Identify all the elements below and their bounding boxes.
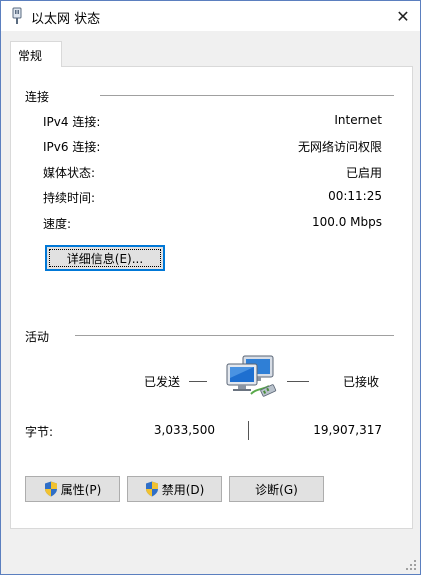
tab-general[interactable]: 常规 (10, 41, 62, 67)
general-panel: 连接 IPv4 连接: Internet IPv6 连接: 无网络访问权限 媒体… (10, 66, 413, 529)
disable-button-label: 禁用(D) (161, 482, 205, 497)
properties-button[interactable]: 属性(P) (25, 476, 120, 502)
activity-divider (75, 335, 394, 336)
details-button[interactable]: 详细信息(E)... (45, 245, 165, 271)
media-state-label: 媒体状态: (43, 166, 96, 180)
window-title: 以太网 状态 (31, 12, 101, 27)
ipv6-value: 无网络访问权限 (297, 140, 382, 154)
activity-section-title: 活动 (25, 330, 50, 344)
speed-label: 速度: (43, 217, 72, 231)
received-dash (287, 381, 309, 382)
connection-divider (100, 95, 394, 96)
media-state-value: 已启用 (345, 166, 382, 180)
bytes-sent-value: 3,033,500 (153, 423, 215, 437)
diagnose-button-label: 诊断(G) (255, 482, 298, 497)
title-bar[interactable]: 以太网 状态 ✕ (1, 1, 420, 31)
details-button-label: 详细信息(E)... (66, 251, 144, 266)
ipv4-label: IPv4 连接: (43, 115, 101, 129)
received-label: 已接收 (343, 375, 380, 389)
speed-value: 100.0 Mbps (311, 215, 382, 229)
properties-button-label: 属性(P) (60, 482, 102, 497)
ethernet-status-window: 以太网 状态 ✕ 常规 连接 IPv4 连接: Internet IPv6 连接… (0, 0, 421, 575)
ipv6-label: IPv6 连接: (43, 140, 101, 154)
diagnose-button[interactable]: 诊断(G) (229, 476, 324, 502)
duration-value: 00:11:25 (328, 189, 382, 203)
bytes-label: 字节: (25, 425, 54, 439)
close-button[interactable]: ✕ (386, 1, 420, 31)
sent-dash (189, 381, 207, 382)
uac-shield-icon (145, 481, 158, 497)
duration-label: 持续时间: (43, 191, 96, 205)
ipv4-value: Internet (334, 113, 382, 127)
bytes-received-value: 19,907,317 (313, 423, 382, 437)
close-icon: ✕ (396, 6, 410, 26)
disable-button[interactable]: 禁用(D) (127, 476, 222, 502)
resize-grip-icon[interactable] (405, 559, 417, 571)
network-computers-icon (226, 355, 277, 397)
tab-general-label: 常规 (18, 49, 43, 63)
bytes-separator (248, 421, 249, 440)
uac-shield-icon (44, 481, 57, 497)
sent-label: 已发送 (144, 375, 181, 389)
connection-section-title: 连接 (25, 90, 50, 104)
network-adapter-icon (12, 7, 22, 24)
